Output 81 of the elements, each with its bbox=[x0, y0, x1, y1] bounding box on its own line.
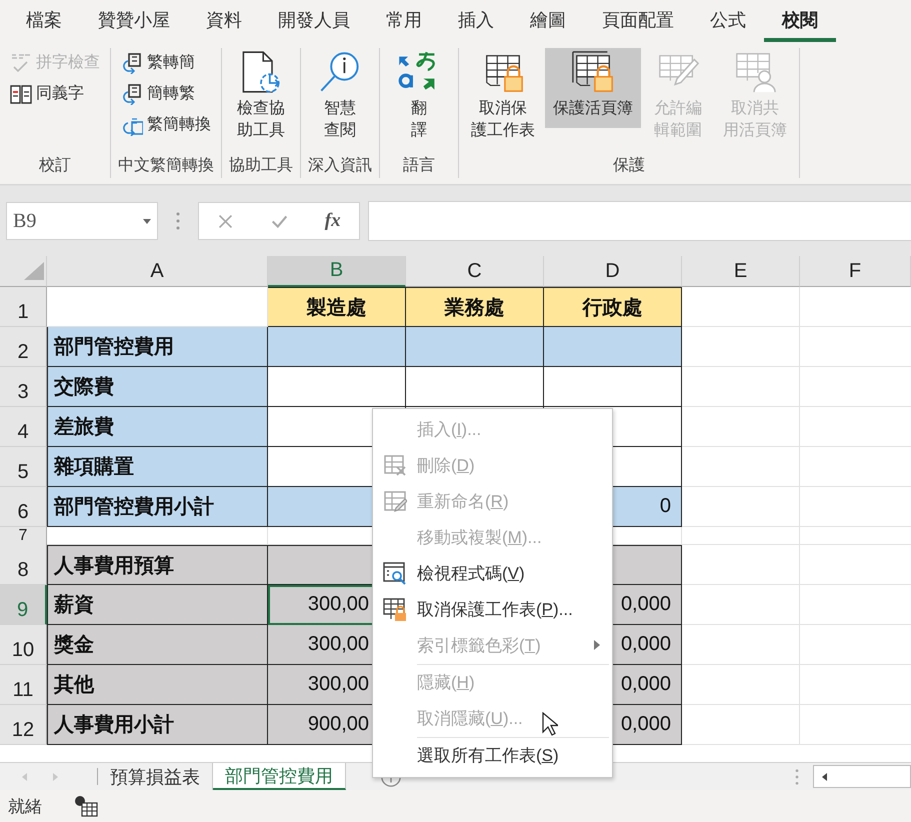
drag-handle-icon[interactable] bbox=[176, 211, 180, 231]
table-cell: 薪資 bbox=[47, 585, 268, 625]
column-header[interactable]: A bbox=[47, 256, 268, 287]
table-cell: 部門管控費用小計 bbox=[47, 487, 268, 527]
status-text: 就緒 bbox=[8, 796, 42, 818]
ribbon-button[interactable]: 取消保 護工作表 bbox=[463, 48, 543, 150]
ribbon-tab[interactable]: 贊贊小屋 bbox=[80, 0, 188, 42]
rename-sheet-icon bbox=[383, 489, 407, 513]
ribbon-tab[interactable]: 開發人員 bbox=[260, 0, 368, 42]
row-header[interactable]: 8 bbox=[0, 545, 47, 585]
group-label: 保護 bbox=[612, 156, 646, 176]
ribbon-tab[interactable]: 插入 bbox=[440, 0, 512, 42]
row-header[interactable]: 7 bbox=[0, 527, 47, 546]
submenu-arrow-icon bbox=[594, 640, 600, 650]
ribbon-button[interactable]: 同義字 bbox=[4, 80, 90, 108]
formula-input[interactable] bbox=[368, 201, 911, 241]
horizontal-scrollbar[interactable] bbox=[813, 765, 911, 788]
book-icon bbox=[10, 83, 32, 105]
row-header[interactable]: 10 bbox=[0, 625, 47, 665]
table-cell: 行政處 bbox=[544, 287, 682, 327]
convert-icon bbox=[121, 83, 143, 105]
group-label: 中文繁簡轉換 bbox=[117, 156, 215, 176]
view-code-icon bbox=[383, 561, 407, 585]
column-header[interactable]: F bbox=[800, 256, 911, 287]
ribbon-tab[interactable]: 檔案 bbox=[8, 0, 80, 42]
column-header[interactable]: C bbox=[406, 256, 544, 287]
drag-handle-icon[interactable] bbox=[795, 768, 799, 786]
delete-sheet-icon bbox=[383, 453, 407, 477]
column-header[interactable]: D bbox=[544, 256, 682, 287]
row-header[interactable]: 6 bbox=[0, 487, 47, 527]
table-cell: 差旅費 bbox=[47, 407, 268, 447]
sheet-person-icon bbox=[733, 50, 777, 94]
group-label: 校訂 bbox=[38, 156, 72, 176]
group-label: 協助工具 bbox=[228, 156, 294, 176]
next-sheet-icon[interactable] bbox=[50, 772, 60, 782]
table-cell: 部門管控費用 bbox=[47, 327, 268, 367]
group-label: 深入資訊 bbox=[307, 156, 373, 176]
ribbon-button[interactable]: 繁轉簡 bbox=[115, 49, 201, 77]
column-header[interactable]: E bbox=[682, 256, 800, 287]
name-box[interactable]: B9 bbox=[6, 202, 158, 240]
table-cell: 交際費 bbox=[47, 367, 268, 407]
row-header[interactable]: 2 bbox=[0, 327, 47, 367]
sheet-lock-icon bbox=[383, 597, 407, 621]
ribbon-button[interactable]: 檢查協 助工具 bbox=[226, 48, 296, 150]
ribbon-button[interactable]: 保護活頁簿 bbox=[545, 48, 641, 128]
table-cell: 業務處 bbox=[406, 287, 544, 327]
ribbon-tab[interactable]: 資料 bbox=[188, 0, 260, 42]
ribbon-button[interactable]: 智慧 查閱 bbox=[305, 48, 375, 150]
table-cell: 人事費用小計 bbox=[47, 705, 268, 745]
convert-icon bbox=[121, 52, 143, 74]
caret-icon bbox=[143, 218, 151, 224]
close-icon[interactable] bbox=[217, 212, 234, 230]
ribbon-tab[interactable]: 繪圖 bbox=[512, 0, 584, 42]
macro-record-icon[interactable] bbox=[74, 795, 98, 817]
table-cell: 雜項購置 bbox=[47, 447, 268, 487]
row-header[interactable]: 5 bbox=[0, 447, 47, 487]
ribbon-tab[interactable]: 公式 bbox=[692, 0, 764, 42]
ribbon-button[interactable]: 翻 譯 bbox=[384, 48, 454, 150]
ribbon-button[interactable]: 繁簡轉換 bbox=[115, 111, 217, 139]
row-header[interactable]: 11 bbox=[0, 665, 47, 705]
insert-function-button[interactable]: fx bbox=[324, 210, 341, 232]
table-cell: 獎金 bbox=[47, 625, 268, 665]
mouse-cursor-icon bbox=[542, 712, 558, 736]
ribbon-tab[interactable]: 頁面配置 bbox=[584, 0, 692, 42]
column-header[interactable]: B bbox=[268, 256, 406, 287]
spell-check-icon bbox=[10, 52, 32, 74]
row-header[interactable]: 12 bbox=[0, 705, 47, 745]
table-cell: 人事費用預算 bbox=[47, 545, 268, 585]
table-cell: 其他 bbox=[47, 665, 268, 705]
sheet-lock-icon bbox=[571, 50, 615, 94]
sheet-tab[interactable]: 部門管控費用 bbox=[213, 763, 346, 790]
ribbon-button[interactable]: 簡轉繁 bbox=[115, 80, 201, 108]
table-cell: 製造處 bbox=[268, 287, 406, 327]
group-label: 語言 bbox=[402, 156, 436, 176]
row-header[interactable]: 1 bbox=[0, 287, 47, 327]
row-header[interactable]: 9 bbox=[0, 585, 47, 625]
previous-sheet-icon[interactable] bbox=[20, 772, 30, 782]
row-header[interactable]: 4 bbox=[0, 407, 47, 447]
row-header[interactable]: 3 bbox=[0, 367, 47, 407]
scroll-left-icon[interactable] bbox=[820, 772, 830, 782]
ribbon-tab[interactable]: 常用 bbox=[368, 0, 440, 42]
